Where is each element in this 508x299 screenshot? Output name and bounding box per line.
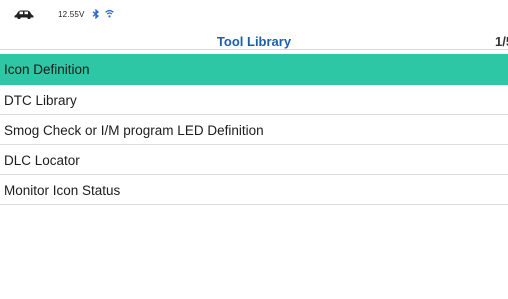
battery-voltage: 12.55V [58,10,85,19]
empty-list-area [0,210,508,299]
status-bar: 12.55V [0,0,508,22]
menu-item-monitor-icon-status[interactable]: Monitor Icon Status [0,175,508,205]
menu-item-label: DLC Locator [4,153,80,168]
page-indicator: 1/5 [495,34,508,49]
menu-item-label: Monitor Icon Status [4,183,121,198]
menu-item-icon-definition[interactable]: Icon Definition [0,54,508,85]
menu-item-dlc-locator[interactable]: DLC Locator [0,145,508,175]
tool-library-menu: Icon Definition DTC Library Smog Check o… [0,54,508,205]
title-bar: Tool Library 1/5 [0,22,508,52]
menu-item-label: DTC Library [4,93,77,108]
car-icon [14,10,34,19]
menu-item-dtc-library[interactable]: DTC Library [0,85,508,115]
menu-item-label: Smog Check or I/M program LED Definition [4,123,264,138]
menu-item-label: Icon Definition [4,62,90,77]
menu-item-smog-check-led-definition[interactable]: Smog Check or I/M program LED Definition [0,115,508,145]
page-title: Tool Library [216,34,292,49]
tool-library-screen: 12.55V Tool Library 1/5 Icon Definition … [0,0,508,299]
wifi-icon [105,9,114,18]
bluetooth-icon [92,9,99,19]
